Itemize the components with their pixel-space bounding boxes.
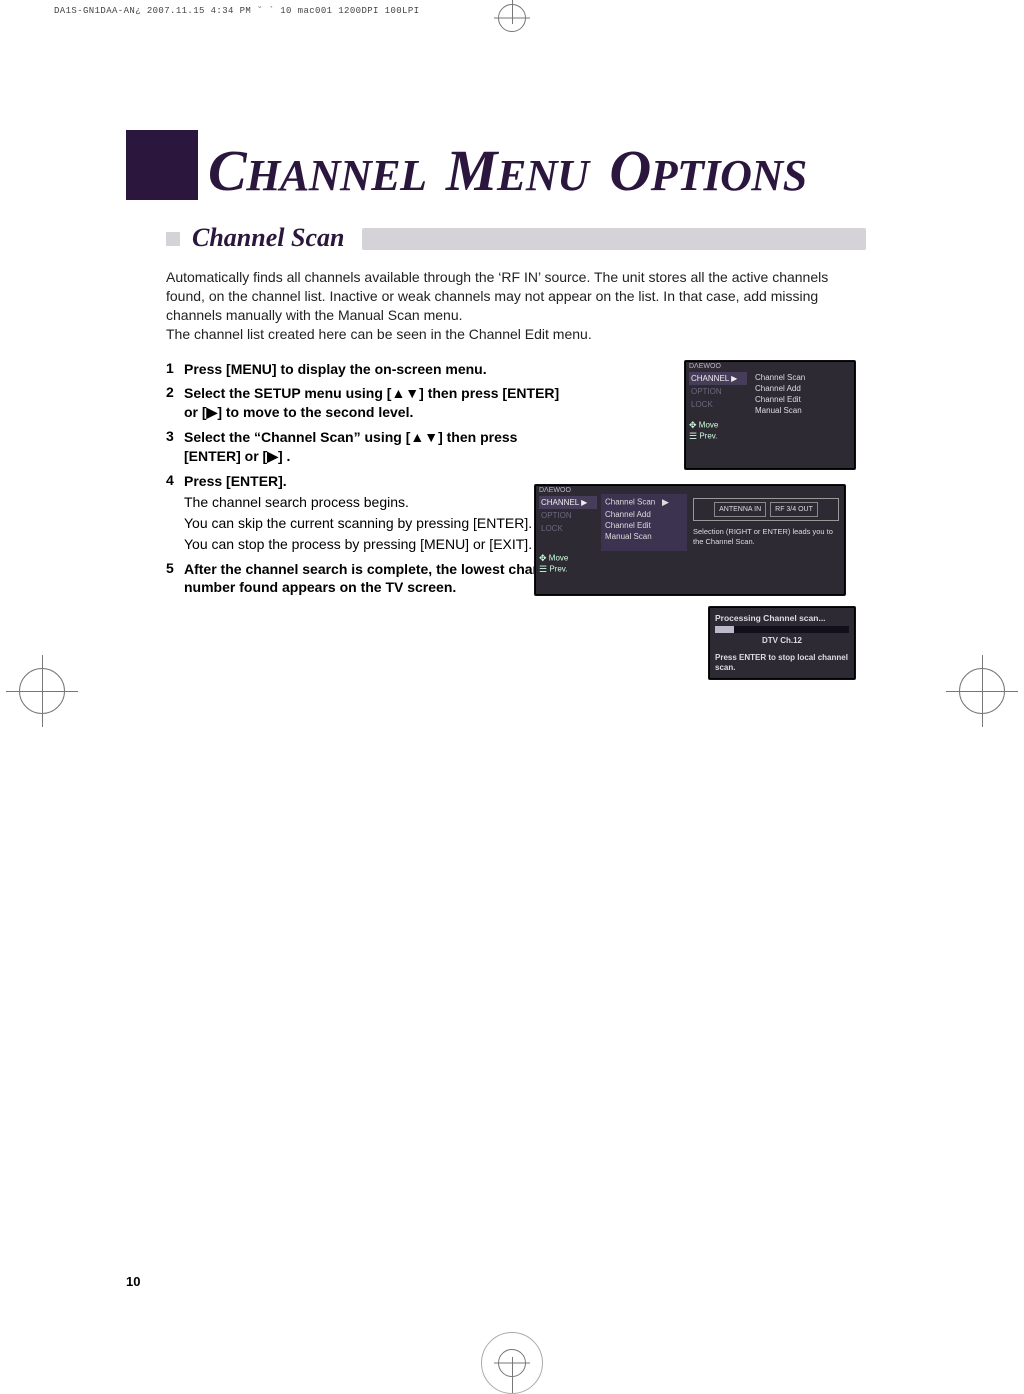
step-1-num: 1 (166, 360, 184, 379)
nav-move-icon: ✥ (539, 553, 547, 564)
osd3-hint: Press ENTER to stop local channel scan. (715, 653, 849, 674)
step-3: 3 Select the “Channel Scan” using [▲▼] t… (166, 428, 576, 466)
step-5: 5 After the channel search is complete, … (166, 560, 576, 598)
osd1-r4: Manual Scan (755, 405, 851, 416)
title-rest-1: HANNEL (246, 151, 425, 200)
intro-p1: Automatically finds all channels availab… (166, 268, 846, 325)
osd2-antenna-in: ANTENNA IN (714, 502, 766, 517)
osd1-option: OPTION (689, 385, 747, 398)
title-block: CHANNEL MENU OPTIONS (126, 130, 896, 204)
step-4: 4 Press [ENTER]. The channel search proc… (166, 472, 576, 554)
osd3-channel: DTV Ch.12 (715, 636, 849, 645)
osd2-m2: Channel Add (605, 509, 683, 520)
crop-mark-bottom (482, 1333, 542, 1393)
osd2-m1: Channel Scan ▶ (605, 496, 683, 509)
osd2-desc-col: ANTENNA IN RF 3/4 OUT Selection (RIGHT o… (687, 494, 845, 551)
osd1-brand: DΛEWOO (685, 361, 855, 370)
nav-move-icon: ✥ (689, 420, 697, 431)
osd1-r2: Channel Add (755, 383, 851, 394)
step-5-num: 5 (166, 560, 184, 598)
menu-button-icon: ☰ (689, 431, 697, 442)
osd2-antenna-diagram: ANTENNA IN RF 3/4 OUT (693, 498, 839, 521)
osd1-r1: Channel Scan (755, 372, 851, 383)
osd2-mid-col: Channel Scan ▶ Channel Add Channel Edit … (601, 494, 687, 551)
step-4-text: Press [ENTER]. (184, 473, 287, 489)
step-2-num: 2 (166, 384, 184, 422)
step-5-text: After the channel search is complete, th… (184, 561, 561, 596)
osd1-move: Move (699, 420, 719, 429)
osd-screenshot-2: DΛEWOO CHANNEL ▶ OPTION LOCK Channel Sca… (534, 484, 846, 596)
osd-screenshot-3: Processing Channel scan... DTV Ch.12 Pre… (708, 606, 856, 681)
steps-list: 1 Press [MENU] to display the on-screen … (166, 354, 576, 604)
step-4-sub3: You can stop the process by pressing [ME… (184, 535, 576, 554)
osd3-title: Processing Channel scan... (715, 613, 849, 623)
osd2-left-col: CHANNEL ▶ OPTION LOCK (535, 494, 601, 551)
page-body: CHANNEL MENU OPTIONS Channel Scan Automa… (126, 130, 896, 603)
step-4-sub1: The channel search process begins. (184, 493, 576, 512)
page-title: CHANNEL MENU OPTIONS (208, 137, 807, 204)
osd1-prev: Prev. (699, 431, 717, 440)
step-1-text: Press [MENU] to display the on-screen me… (184, 361, 487, 377)
section-heading: Channel Scan (192, 222, 354, 256)
title-cap-1: C (208, 138, 246, 203)
osd2-desc-text: Selection (RIGHT or ENTER) leads you to … (693, 527, 839, 547)
step-3-num: 3 (166, 428, 184, 466)
step-3-text: Select the “Channel Scan” using [▲▼] the… (184, 429, 517, 464)
step-4-num: 4 (166, 472, 184, 554)
crop-mark-left (6, 655, 78, 727)
screenshot-column: DΛEWOO CHANNEL ▶ OPTION LOCK Channel Sca… (576, 354, 856, 604)
step-2: 2 Select the SETUP menu using [▲▼] then … (166, 384, 576, 422)
page-number: 10 (126, 1274, 140, 1289)
osd2-option: OPTION (539, 509, 597, 522)
osd1-channel: CHANNEL ▶ (689, 372, 747, 385)
section-heading-row: Channel Scan (166, 222, 866, 256)
title-accent-box (126, 130, 198, 200)
osd2-footer: ✥ Move ☰ Prev. (535, 551, 845, 579)
content-row: 1 Press [MENU] to display the on-screen … (166, 354, 896, 604)
arrow-right-icon: ▶ (662, 497, 669, 508)
step-2-text: Select the SETUP menu using [▲▼] then pr… (184, 385, 559, 420)
osd2-rf-out: RF 3/4 OUT (770, 502, 818, 517)
osd2-move: Move (549, 553, 569, 562)
intro-paragraphs: Automatically finds all channels availab… (166, 268, 846, 344)
osd2-brand: DΛEWOO (535, 485, 845, 494)
crop-mark-top (482, 0, 542, 48)
step-4-sub2: You can skip the current scanning by pre… (184, 514, 576, 533)
osd2-m3: Channel Edit (605, 520, 683, 531)
title-cap-3: O (609, 138, 650, 203)
osd-screenshot-1: DΛEWOO CHANNEL ▶ OPTION LOCK Channel Sca… (684, 360, 856, 470)
title-cap-2: M (446, 138, 497, 203)
osd1-footer: ✥ Move ☰ Prev. (685, 418, 855, 446)
osd1-right-col: Channel Scan Channel Add Channel Edit Ma… (751, 370, 855, 418)
menu-button-icon: ☰ (539, 564, 547, 575)
step-1: 1 Press [MENU] to display the on-screen … (166, 360, 576, 379)
crop-mark-right (946, 655, 1018, 727)
osd1-lock: LOCK (689, 398, 747, 411)
osd2-lock: LOCK (539, 522, 597, 535)
osd2-channel: CHANNEL ▶ (539, 496, 597, 509)
section-heading-bar (362, 228, 866, 250)
osd3-progress-bar (715, 626, 849, 633)
osd2-prev: Prev. (549, 564, 567, 573)
osd1-r3: Channel Edit (755, 394, 851, 405)
print-header-line: DA1S-GN1DAA-AN¿ 2007.11.15 4:34 PM ˘ ` 1… (54, 6, 419, 16)
osd1-left-col: CHANNEL ▶ OPTION LOCK (685, 370, 751, 418)
osd2-m4: Manual Scan (605, 531, 683, 542)
title-rest-2: ENU (497, 151, 588, 200)
section-bullet-icon (166, 232, 180, 246)
intro-p2: The channel list created here can be see… (166, 325, 846, 344)
title-rest-3: PTIONS (651, 151, 807, 200)
